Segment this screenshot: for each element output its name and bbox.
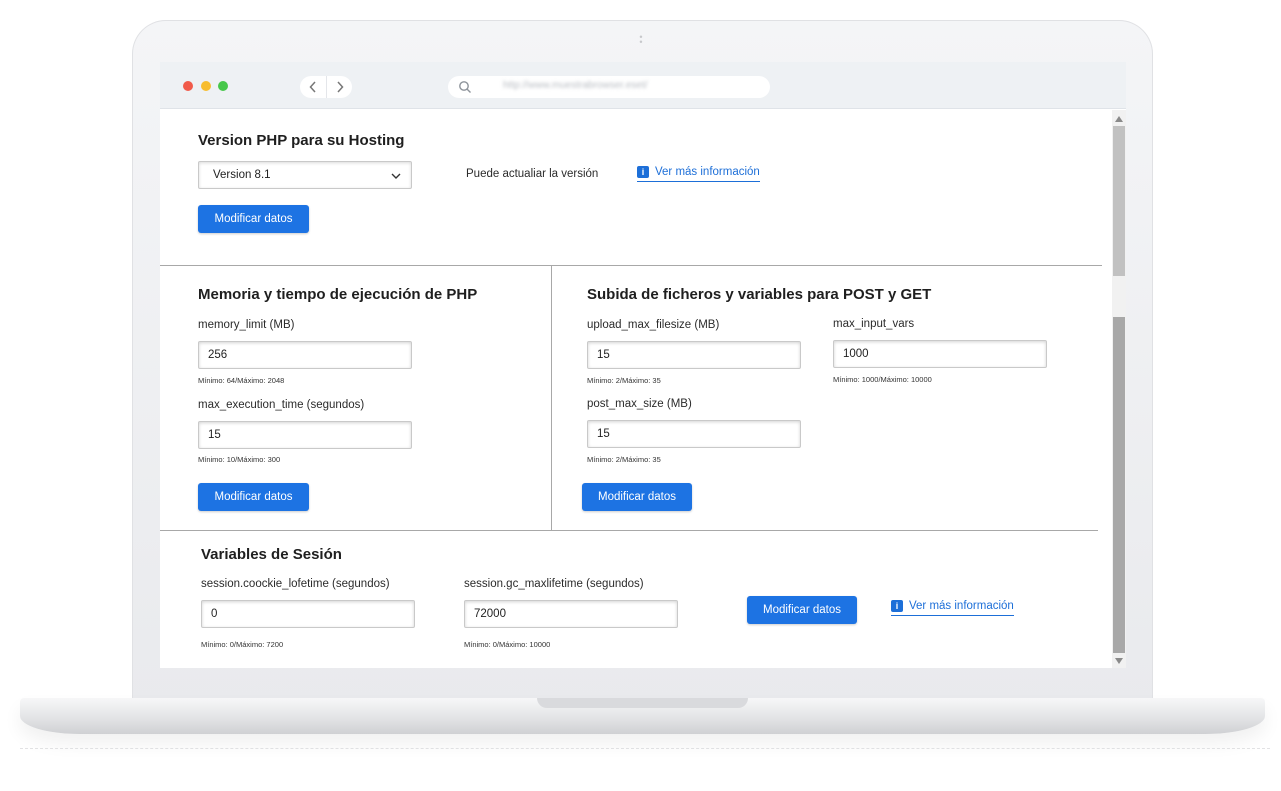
history-nav [300,76,352,98]
column-divider [551,266,552,530]
camera-icon: • • [639,32,643,47]
browser-toolbar: http://www.muestrabrowser.eset/ [160,62,1126,109]
php-version-title: Version PHP para su Hosting [198,132,405,149]
maximize-window-button[interactable] [218,81,228,91]
address-url: http://www.muestrabrowser.eset/ [503,80,648,91]
max-input-vars-input[interactable] [833,340,1047,368]
minimize-window-button[interactable] [201,81,211,91]
floor-shadow [20,748,1270,749]
chevron-left-icon [309,81,316,93]
gc-maxlifetime-input[interactable] [464,600,678,628]
max-execution-time-label: max_execution_time (segundos) [198,399,365,411]
memory-limit-label: memory_limit (MB) [198,319,295,331]
section-divider [160,265,1102,266]
gc-maxlifetime-hint: Mínimo: 0/Máximo: 10000 [464,640,551,649]
scroll-up-arrow-icon[interactable] [1115,116,1123,122]
memory-limit-input[interactable] [198,341,412,369]
post-max-size-hint: Mínimo: 2/Máximo: 35 [587,455,661,464]
browser-window: http://www.muestrabrowser.eset/ Version … [160,62,1126,668]
address-bar[interactable]: http://www.muestrabrowser.eset/ [448,76,770,98]
post-max-size-label: post_max_size (MB) [587,398,692,410]
memory-limit-hint: Mínimo: 64/Máximo: 2048 [198,376,285,385]
info-icon: i [891,600,903,612]
upload-submit-button[interactable]: Modificar datos [582,483,692,511]
php-info-link[interactable]: i Ver más información [637,166,760,182]
chevron-down-icon [391,173,401,179]
max-execution-time-input[interactable] [198,421,412,449]
php-info-link-label: Ver más información [655,166,760,178]
scroll-down-arrow-icon[interactable] [1115,658,1123,664]
php-version-submit-button[interactable]: Modificar datos [198,205,309,233]
laptop-notch [537,698,748,708]
forward-button[interactable] [326,76,352,98]
upload-max-filesize-hint: Mínimo: 2/Máximo: 35 [587,376,661,385]
chevron-right-icon [336,81,344,93]
gc-maxlifetime-label: session.gc_maxlifetime (segundos) [464,578,644,590]
session-info-link-label: Ver más información [909,600,1014,612]
cookie-lifetime-label: session.coockie_lofetime (segundos) [201,578,390,590]
back-button[interactable] [300,76,326,98]
memory-section-title: Memoria y tiempo de ejecución de PHP [198,286,478,303]
cookie-lifetime-hint: Mínimo: 0/Máximo: 7200 [201,640,284,649]
max-input-vars-hint: Mínimo: 1000/Máximo: 10000 [833,375,932,384]
cookie-lifetime-input[interactable] [201,600,415,628]
session-info-link[interactable]: i Ver más información [891,600,1014,616]
scrollbar-thumb[interactable] [1113,126,1125,276]
session-submit-button[interactable]: Modificar datos [747,596,857,624]
close-window-button[interactable] [183,81,193,91]
search-icon [459,81,471,93]
upload-section-title: Subida de ficheros y variables para POST… [587,286,932,303]
post-max-size-input[interactable] [587,420,801,448]
section-divider [160,530,1098,531]
session-section-title: Variables de Sesión [201,546,342,563]
upload-max-filesize-label: upload_max_filesize (MB) [587,319,720,331]
scrollbar-track[interactable] [1113,317,1125,653]
max-input-vars-label: max_input_vars [833,318,915,330]
upload-max-filesize-input[interactable] [587,341,801,369]
memory-submit-button[interactable]: Modificar datos [198,483,309,511]
max-execution-time-hint: Mínimo: 10/Máximo: 300 [198,455,281,464]
php-version-value: Version 8.1 [213,169,271,181]
vertical-scrollbar[interactable] [1112,110,1126,668]
php-version-note: Puede actualiar la versión [466,168,599,180]
info-icon: i [637,166,649,178]
php-version-select[interactable]: Version 8.1 [198,161,412,189]
page-content: Version PHP para su Hosting Version 8.1 … [160,110,1112,668]
